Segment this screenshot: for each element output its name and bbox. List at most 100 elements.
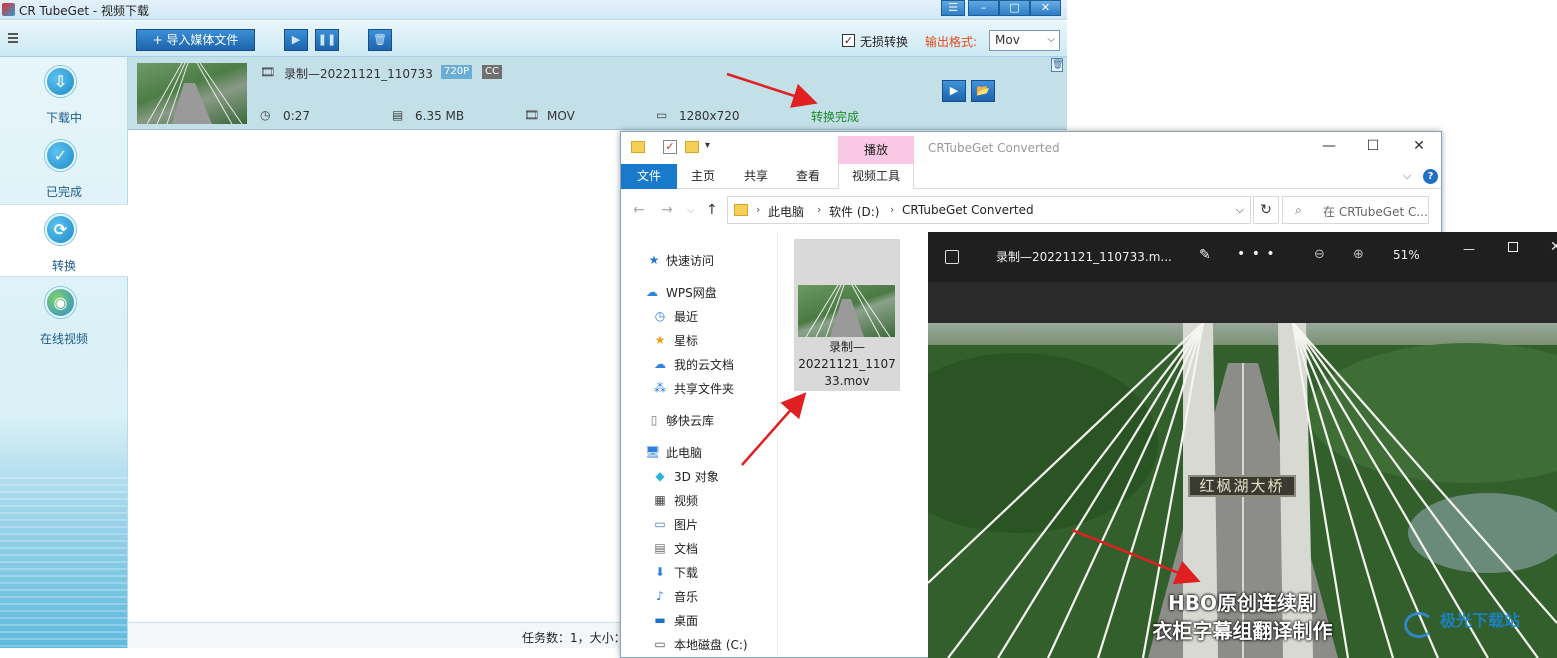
nav-item-label: 视频: [674, 494, 699, 508]
check-icon: ✓: [45, 140, 76, 171]
tab-video-tools[interactable]: 视频工具: [838, 164, 914, 189]
sidebar-item-label: 转换: [51, 259, 76, 273]
zoom-in-icon[interactable]: ⊕: [1353, 247, 1364, 262]
sidebar-item-downloading[interactable]: ⇩ 下载中: [0, 57, 128, 130]
sidebar-item-completed[interactable]: ✓ 已完成: [0, 131, 128, 204]
tab-file[interactable]: 文件: [621, 164, 677, 189]
chevron-down-icon[interactable]: ⌵: [1236, 203, 1244, 217]
nav-item-music[interactable]: ♪ 音乐: [621, 585, 778, 607]
breadcrumb-drive-d[interactable]: 软件 (D:): [829, 203, 879, 220]
tab-home[interactable]: 主页: [691, 164, 715, 189]
file-name: 录制— 20221121_1107 33.mov: [794, 339, 900, 390]
breadcrumb-folder[interactable]: CRTubeGet Converted: [902, 203, 1034, 217]
quick-access-dropdown-icon[interactable]: ▾: [705, 140, 710, 151]
nav-item-label: 此电脑: [666, 446, 703, 460]
address-bar[interactable]: › 此电脑 › 软件 (D:) › CRTubeGet Converted ⌵: [727, 196, 1251, 224]
back-arrow-icon[interactable]: ←: [633, 202, 645, 218]
close-button[interactable]: ✕: [1550, 239, 1557, 255]
nav-item-3d-objects[interactable]: ◆ 3D 对象: [621, 465, 778, 487]
format-icon: 🎞: [524, 108, 540, 122]
nav-item-label: 下载: [674, 566, 699, 580]
minimize-button[interactable]: –: [968, 0, 999, 16]
nav-item-label: 桌面: [674, 614, 699, 628]
minimize-button[interactable]: —: [1314, 138, 1344, 156]
menu-button[interactable]: ☰: [941, 0, 965, 16]
minimize-button[interactable]: —: [1463, 242, 1475, 256]
maximize-button[interactable]: ☐: [1358, 138, 1388, 156]
nav-item-cloud-docs[interactable]: ☁ 我的云文档: [621, 353, 778, 375]
chevron-down-icon[interactable]: ⌵: [1403, 169, 1411, 183]
folder-icon: [631, 141, 645, 153]
drive-icon: ▭: [654, 637, 666, 651]
cc-badge: CC: [482, 65, 502, 79]
nav-item-label: 快速访问: [666, 254, 715, 268]
nav-item-local-disk-c[interactable]: ▭ 本地磁盘 (C:): [621, 633, 778, 655]
forward-arrow-icon[interactable]: →: [661, 202, 673, 218]
nav-item-videos[interactable]: ▦ 视频: [621, 489, 778, 511]
sidebar: ⇩ 下载中 ✓ 已完成 ⟳ 转换 ◉ 在线视频: [0, 57, 128, 658]
ribbon-tabs: 文件 主页 共享 查看 视频工具 ⌵ ?: [621, 164, 1441, 189]
nav-item-recent[interactable]: ◷ 最近: [621, 305, 778, 327]
nav-item-starred[interactable]: ★ 星标: [621, 329, 778, 351]
star-icon: ★: [654, 333, 666, 347]
folder-icon: [734, 204, 748, 216]
delete-all-button[interactable]: 🗑: [368, 29, 392, 51]
sidebar-item-online-video[interactable]: ◉ 在线视频: [0, 278, 128, 351]
breadcrumb-this-pc[interactable]: 此电脑: [768, 203, 804, 220]
tab-share[interactable]: 共享: [744, 164, 768, 189]
nav-item-quick-access[interactable]: ★ 快速访问: [621, 249, 778, 271]
help-icon[interactable]: ?: [1423, 169, 1438, 184]
recent-dropdown-icon[interactable]: ⌵: [687, 205, 695, 216]
bridge-sign: 红枫湖大桥: [1188, 475, 1296, 497]
nav-item-downloads[interactable]: ⬇ 下载: [621, 561, 778, 583]
convert-icon: ⟳: [45, 214, 76, 245]
maximize-button[interactable]: □: [999, 0, 1030, 16]
nav-item-documents[interactable]: ▤ 文档: [621, 537, 778, 559]
output-format-select[interactable]: Mov ⌵: [989, 30, 1060, 51]
clock-icon: ◷: [654, 309, 666, 323]
task-row[interactable]: 🎞 录制—20221121_110733 720P CC ◷ 0:27 ▤ 6.…: [128, 57, 1067, 130]
nav-item-label: 星标: [674, 334, 699, 348]
refresh-icon[interactable]: ↻: [1253, 196, 1279, 224]
nav-item-wps-drive[interactable]: ☁ WPS网盘: [621, 281, 778, 303]
properties-icon[interactable]: ✓: [663, 140, 677, 154]
search-input[interactable]: ⌕ 在 CRTubeGet C...: [1282, 196, 1429, 224]
close-button[interactable]: ✕: [1404, 138, 1434, 156]
nav-item-shared-folder[interactable]: ⁂ 共享文件夹: [621, 377, 778, 399]
start-all-button[interactable]: ▶: [284, 29, 308, 51]
nav-item-desktop[interactable]: ▬ 桌面: [621, 609, 778, 631]
up-arrow-icon[interactable]: ↑: [706, 202, 718, 218]
main-toolbar: + 导入媒体文件 ▶ ❚❚ 🗑 ✓ 无损转换 输出格式: Mov ⌵: [0, 21, 1067, 57]
lossless-checkbox[interactable]: ✓: [842, 34, 855, 47]
list-menu-icon[interactable]: [8, 33, 20, 45]
cube-icon: ◆: [655, 469, 665, 483]
new-folder-icon[interactable]: [685, 141, 699, 153]
image-icon[interactable]: [945, 250, 959, 264]
maximize-button[interactable]: [1508, 242, 1518, 252]
play-button[interactable]: ▶: [942, 80, 966, 102]
nav-item-this-pc[interactable]: 🖥 此电脑: [621, 441, 778, 463]
edit-icon[interactable]: ✎: [1199, 247, 1211, 263]
import-media-button[interactable]: + 导入媒体文件: [136, 29, 255, 51]
tab-view[interactable]: 查看: [796, 164, 820, 189]
navigation-pane: ★ 快速访问 ☁ WPS网盘 ◷ 最近 ★ 星标 ☁ 我的云文档 ⁂ 共享文件夹…: [621, 232, 778, 657]
nav-item-pictures[interactable]: ▭ 图片: [621, 513, 778, 535]
nav-item-label: 共享文件夹: [674, 382, 735, 396]
file-item-selected[interactable]: 录制— 20221121_1107 33.mov: [794, 239, 900, 391]
share-folder-icon: ⁂: [654, 381, 666, 395]
download-arrow-icon: ⬇: [654, 565, 666, 579]
open-folder-button[interactable]: 📂: [971, 80, 995, 102]
sidebar-item-convert[interactable]: ⟳ 转换: [0, 204, 128, 277]
context-tab-play[interactable]: 播放: [838, 136, 914, 164]
pause-all-button[interactable]: ❚❚: [315, 29, 339, 51]
close-button[interactable]: ✕: [1030, 0, 1061, 16]
zoom-out-icon[interactable]: ⊖: [1314, 247, 1325, 262]
trash-icon[interactable]: 🗑: [1051, 58, 1063, 72]
nav-item-label: 文档: [674, 542, 699, 556]
nav-item-gokuai[interactable]: ▯ 够快云库: [621, 409, 778, 431]
chevron-down-icon: ⌵: [1047, 34, 1055, 45]
file-name-line: 33.mov: [824, 374, 870, 388]
cloud-doc-icon: ☁: [654, 357, 666, 371]
breadcrumb-separator: ›: [756, 203, 761, 216]
more-icon[interactable]: • • •: [1237, 246, 1276, 262]
